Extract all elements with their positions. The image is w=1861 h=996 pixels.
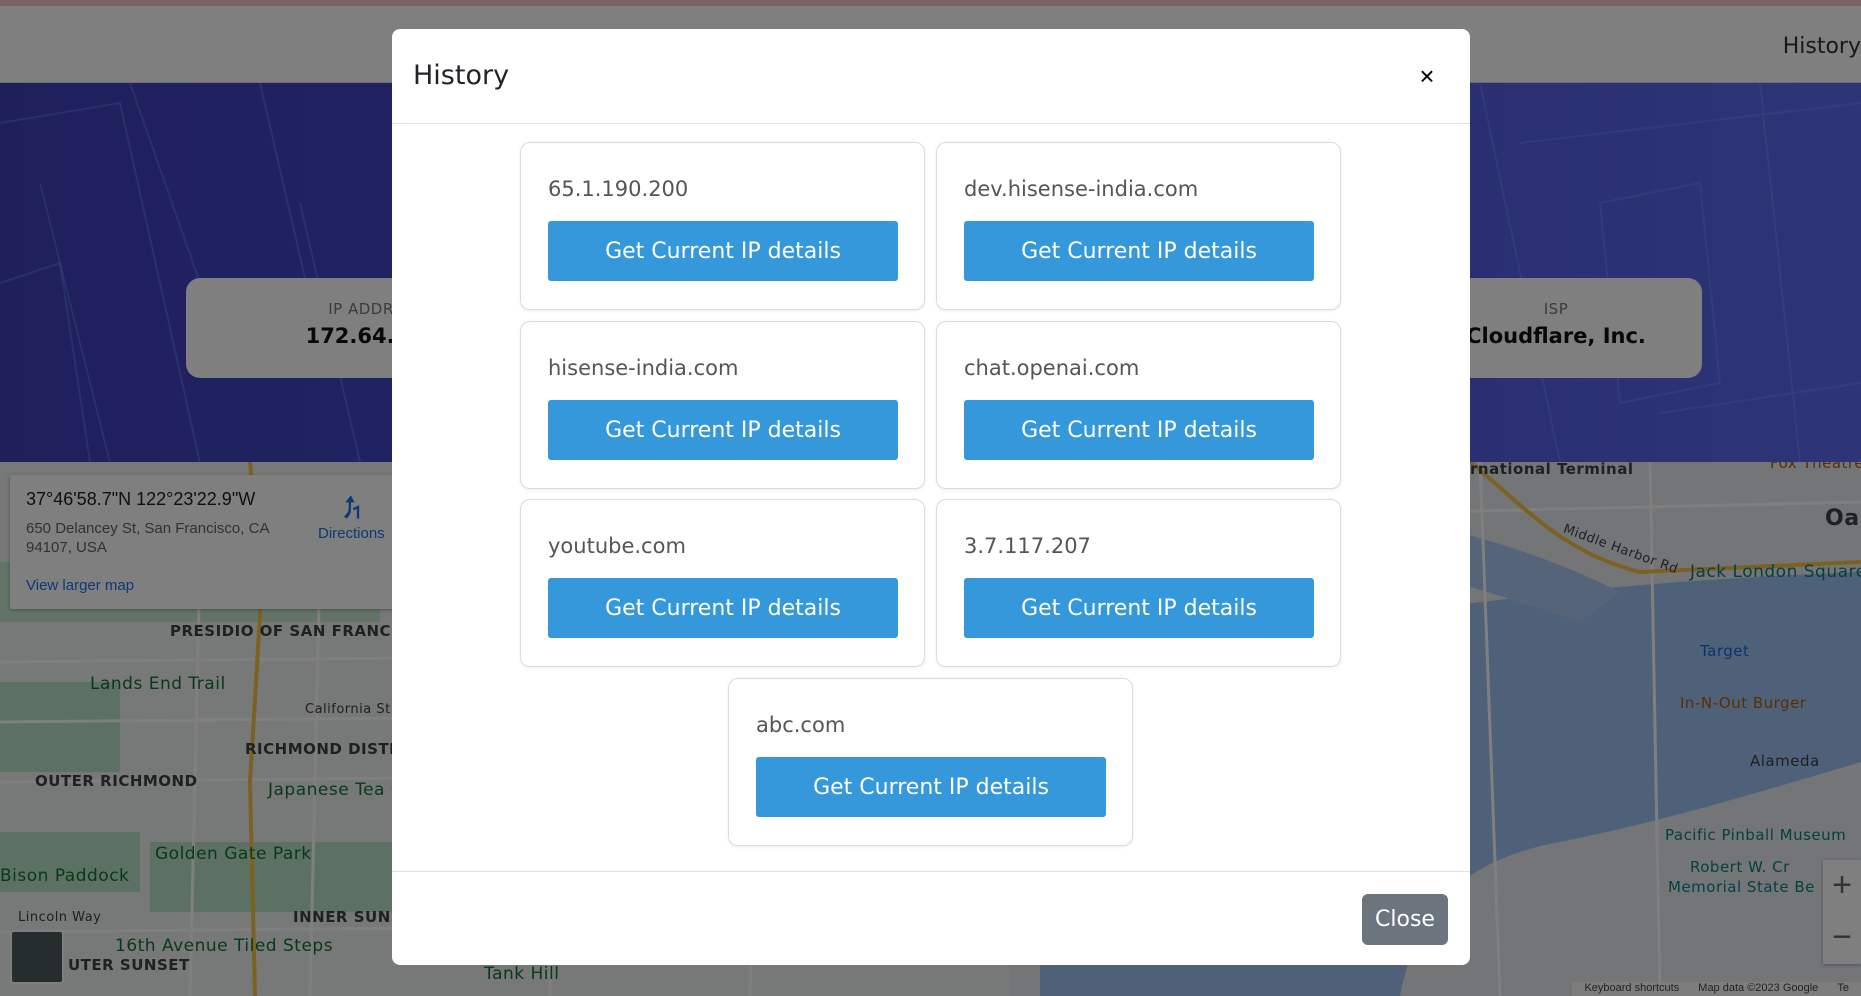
modal-title: History — [413, 60, 510, 91]
get-ip-details-button[interactable]: Get Current IP details — [964, 221, 1314, 281]
get-ip-details-button[interactable]: Get Current IP details — [964, 578, 1314, 638]
modal-header: History × — [392, 29, 1470, 124]
history-card: chat.openai.com Get Current IP details — [936, 321, 1341, 489]
history-card: dev.hisense-india.com Get Current IP det… — [936, 142, 1341, 310]
get-ip-details-button[interactable]: Get Current IP details — [548, 578, 898, 638]
history-card: 3.7.117.207 Get Current IP details — [936, 499, 1341, 667]
get-ip-details-button[interactable]: Get Current IP details — [548, 221, 898, 281]
modal-footer: Close — [392, 871, 1470, 965]
history-card: abc.com Get Current IP details — [728, 678, 1133, 846]
close-icon[interactable]: × — [1412, 61, 1442, 91]
close-button[interactable]: Close — [1362, 894, 1448, 945]
history-card: 65.1.190.200 Get Current IP details — [520, 142, 925, 310]
history-host: 3.7.117.207 — [964, 534, 1091, 558]
modal-body: 65.1.190.200 Get Current IP details dev.… — [392, 124, 1470, 871]
get-ip-details-button[interactable]: Get Current IP details — [756, 757, 1106, 817]
get-ip-details-button[interactable]: Get Current IP details — [964, 400, 1314, 460]
history-host: dev.hisense-india.com — [964, 177, 1199, 201]
history-host: chat.openai.com — [964, 356, 1140, 380]
history-host: 65.1.190.200 — [548, 177, 689, 201]
history-card: youtube.com Get Current IP details — [520, 499, 925, 667]
history-host: youtube.com — [548, 534, 686, 558]
history-host: abc.com — [756, 713, 846, 737]
get-ip-details-button[interactable]: Get Current IP details — [548, 400, 898, 460]
history-card: hisense-india.com Get Current IP details — [520, 321, 925, 489]
history-host: hisense-india.com — [548, 356, 739, 380]
history-modal: History × 65.1.190.200 Get Current IP de… — [392, 29, 1470, 965]
